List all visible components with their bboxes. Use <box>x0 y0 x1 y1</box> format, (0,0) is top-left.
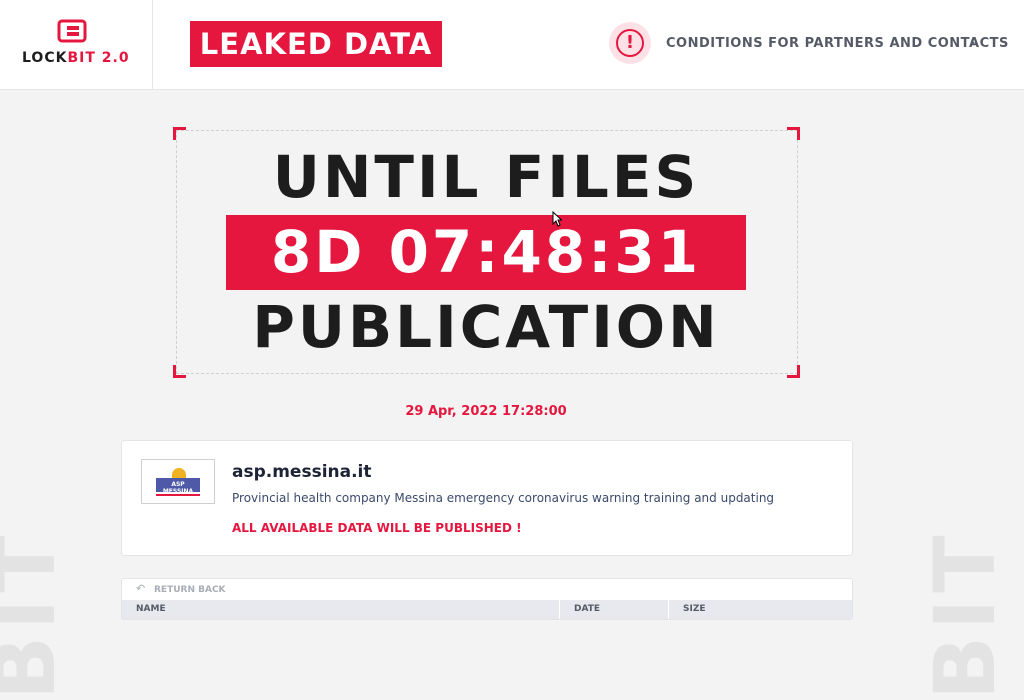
company-domain: asp.messina.it <box>232 462 372 482</box>
frame-corner-bottom-right <box>787 365 800 378</box>
company-logo: ASP MESSINA <box>141 459 215 504</box>
column-header-date[interactable]: DATE <box>574 604 600 614</box>
frame-corner-top-right <box>787 127 800 140</box>
column-header-size[interactable]: SIZE <box>683 604 706 614</box>
company-logo-text: ASP MESSINA <box>162 481 194 495</box>
countdown-timer: 8D 07:48:31 <box>270 218 702 286</box>
logo-area[interactable]: LOCKBIT 2.0 <box>0 0 153 89</box>
column-separator <box>559 600 560 619</box>
company-card: ASP MESSINA asp.messina.it Provincial he… <box>121 440 853 556</box>
column-header-name[interactable]: NAME <box>136 604 166 614</box>
column-separator <box>668 600 669 619</box>
countdown-bottom-text: PUBLICATION <box>252 293 720 361</box>
files-table: ↶ RETURN BACK NAME DATE SIZE <box>121 578 853 620</box>
top-header: LOCKBIT 2.0 LEAKED DATA ! CONDITIONS FOR… <box>0 0 1024 90</box>
table-header: NAME DATE SIZE <box>122 600 852 619</box>
logo-text: LOCKBIT 2.0 <box>22 50 130 66</box>
logo-word-lock: LOCK <box>22 50 68 66</box>
logo-underline <box>156 494 200 496</box>
exclamation-mark: ! <box>616 29 644 57</box>
publish-warning: ALL AVAILABLE DATA WILL BE PUBLISHED ! <box>232 521 522 535</box>
frame-corner-bottom-left <box>173 365 186 378</box>
conditions-link[interactable]: CONDITIONS FOR PARTNERS AND CONTACTS <box>666 36 1009 51</box>
frame-corner-top-left <box>173 127 186 140</box>
leaked-data-title: LEAKED DATA <box>190 21 442 67</box>
watermark-left: BIT <box>0 529 74 700</box>
lockbit-logo-icon <box>57 19 87 43</box>
chevron-right-icon: › <box>970 35 976 51</box>
exclamation-circle-icon[interactable]: ! <box>609 22 651 64</box>
publication-date: 29 Apr, 2022 17:28:00 <box>405 404 567 419</box>
logo-sun-shape <box>172 468 186 478</box>
return-arrow-icon[interactable]: ↶ <box>136 582 145 595</box>
company-description: Provincial health company Messina emerge… <box>232 491 775 505</box>
mouse-cursor-icon <box>552 211 562 227</box>
watermark-right: BIT <box>916 529 1014 700</box>
countdown-top-text: UNTIL FILES <box>272 143 700 211</box>
return-back-link[interactable]: RETURN BACK <box>154 585 226 595</box>
logo-word-bit: BIT 2.0 <box>67 50 130 66</box>
